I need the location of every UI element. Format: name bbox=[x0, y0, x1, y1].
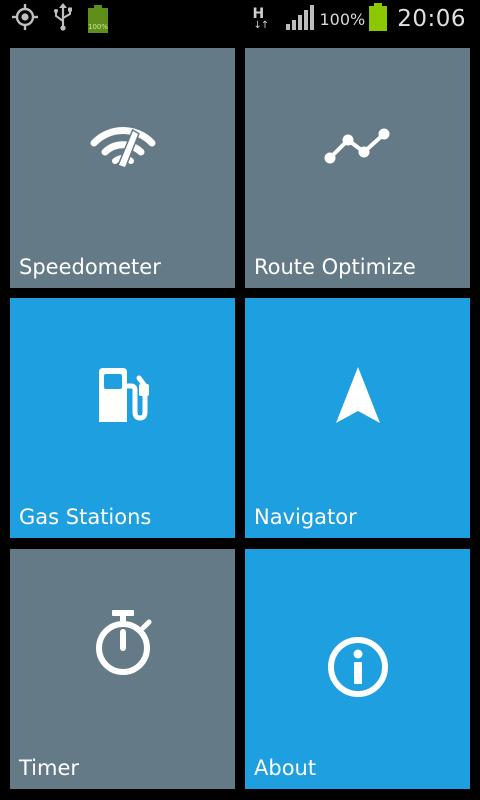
battery-charging-icon: 100% bbox=[86, 4, 110, 34]
speedometer-icon bbox=[88, 121, 158, 175]
usb-icon bbox=[52, 2, 74, 36]
gas-pump-icon bbox=[95, 366, 151, 430]
network-arrows: ↓↑ bbox=[253, 20, 269, 31]
gps-icon bbox=[10, 2, 40, 36]
clock: 20:06 bbox=[397, 6, 466, 32]
network-h-icon: H ↓↑ bbox=[251, 5, 269, 33]
tile-about[interactable]: About bbox=[245, 549, 470, 789]
tile-navigator[interactable]: Navigator bbox=[245, 298, 470, 538]
tile-label-timer: Timer bbox=[19, 756, 80, 780]
navigation-arrow-icon bbox=[333, 365, 383, 431]
tile-label-about: About bbox=[254, 756, 317, 780]
signal-icon bbox=[285, 4, 315, 34]
tile-label-speedometer: Speedometer bbox=[19, 255, 161, 279]
tile-label-route-optimize: Route Optimize bbox=[254, 255, 416, 279]
battery-percent: 100% bbox=[319, 9, 366, 29]
tile-label-navigator: Navigator bbox=[254, 505, 357, 529]
tile-route-optimize[interactable]: Route Optimize bbox=[245, 48, 470, 288]
mini-battery-label: 100% bbox=[87, 23, 108, 31]
stopwatch-icon bbox=[91, 608, 155, 682]
status-bar: 100% H ↓↑ 100% 20:06 bbox=[0, 0, 480, 38]
battery-icon bbox=[369, 2, 388, 36]
status-bar-left: 100% bbox=[10, 2, 110, 36]
tile-speedometer[interactable]: Speedometer bbox=[10, 48, 235, 288]
app-screen: 100% H ↓↑ 100% 20:06 Speedometer Route O… bbox=[0, 0, 480, 800]
status-bar-right: H ↓↑ 100% 20:06 bbox=[251, 0, 466, 38]
tile-timer[interactable]: Timer bbox=[10, 549, 235, 789]
tile-label-gas-stations: Gas Stations bbox=[19, 505, 152, 529]
tile-gas-stations[interactable]: Gas Stations bbox=[10, 298, 235, 538]
info-icon bbox=[326, 635, 390, 703]
route-line-icon bbox=[322, 126, 394, 170]
